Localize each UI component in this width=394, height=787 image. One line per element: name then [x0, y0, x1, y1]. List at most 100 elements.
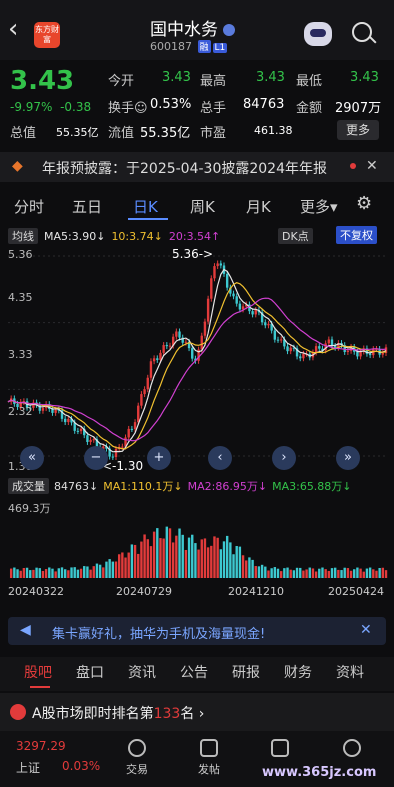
zoom-in-plus-icon[interactable]: +: [147, 446, 171, 470]
vol-ma3: MA3:65.88万↓: [272, 480, 352, 493]
scroll-right-icon[interactable]: ›: [272, 446, 296, 470]
volume-bar: [343, 567, 346, 578]
volume-bar: [251, 559, 254, 578]
adjust-button[interactable]: 不复权: [336, 226, 377, 244]
volume-bar: [70, 567, 73, 578]
volume-bar: [302, 570, 305, 578]
nav-trade[interactable]: 交易: [107, 739, 167, 777]
volume-label: 总手: [200, 101, 227, 116]
volume-bar: [368, 567, 372, 578]
index-name: 上证: [16, 761, 41, 775]
promo-banner[interactable]: ◀ 集卡赢好礼，抽华为手机及海量现金! ✕: [8, 617, 386, 645]
megaphone-icon: ◀: [20, 622, 31, 638]
tab-research[interactable]: 研报: [232, 662, 260, 682]
y-label-3: 3.33: [8, 348, 33, 361]
tab-daily-k[interactable]: 日K: [133, 196, 158, 217]
volume-legend: 成交量 84763↓ MA1:110.1万↓ MA2:86.95万↓ MA3:6…: [8, 478, 352, 494]
tab-more[interactable]: 更多▾: [300, 196, 338, 217]
volume-bar: [289, 569, 292, 578]
last-price: 3.43: [10, 66, 75, 96]
volume-bar: [187, 537, 191, 578]
tab-profile[interactable]: 资料: [336, 662, 364, 682]
trade-icon: [128, 739, 146, 757]
volume-bar: [232, 554, 235, 578]
tab-five-day[interactable]: 五日: [72, 196, 102, 217]
volume-bar: [321, 567, 324, 578]
volume-bar: [44, 569, 48, 578]
volume-indicator-button[interactable]: 成交量: [8, 478, 49, 494]
volume-chart: [9, 526, 388, 578]
scroll-left-icon[interactable]: ‹: [208, 446, 232, 470]
pe-label: 市盈: [200, 126, 227, 141]
volume-bar: [346, 568, 350, 578]
candle-body: [346, 350, 350, 352]
watermark: www.365jz.com: [262, 765, 377, 780]
volume-bar: [48, 567, 51, 578]
volume-bar: [248, 557, 251, 578]
volume-bar: [311, 568, 315, 578]
period-tabs: 分时 五日 日K 周K 月K 更多▾ ⚙: [0, 190, 394, 222]
nav-add[interactable]: [322, 739, 382, 761]
volume-bar: [114, 561, 118, 578]
grid-icon: [271, 739, 289, 757]
tab-forum[interactable]: 股吧: [24, 662, 52, 682]
tab-announcements[interactable]: 公告: [180, 662, 208, 682]
jump-latest-icon[interactable]: »: [336, 446, 360, 470]
nav-post[interactable]: 发帖: [179, 739, 239, 777]
volume-bar: [314, 571, 318, 578]
candle-body: [200, 335, 203, 350]
candle-body: [137, 405, 140, 423]
nav-apps[interactable]: [250, 739, 310, 761]
settings-gear-icon[interactable]: ⚙: [356, 193, 372, 214]
volume-bar: [121, 552, 124, 578]
candle-body: [130, 428, 134, 430]
kline-chart[interactable]: [0, 246, 394, 476]
volume-bar: [194, 543, 197, 578]
tab-news[interactable]: 资讯: [128, 662, 156, 682]
date-label-4: 20250424: [328, 585, 384, 598]
volume-bar: [108, 559, 111, 578]
volume-bar: [143, 534, 146, 578]
indicator-button[interactable]: 均线: [8, 228, 38, 244]
volume-bar: [191, 534, 194, 578]
candle-body: [191, 348, 194, 359]
candle-body: [219, 263, 223, 266]
candle-body: [133, 422, 137, 430]
candle-body: [279, 339, 283, 341]
volume-bar: [9, 568, 13, 578]
candle-body: [264, 322, 267, 326]
search-icon[interactable]: [352, 22, 372, 42]
zoom-out-icon[interactable]: «: [20, 446, 44, 470]
volume-bar: [171, 542, 175, 578]
close-icon[interactable]: ✕: [366, 158, 378, 174]
more-quote-button[interactable]: 更多: [337, 120, 379, 140]
tab-financials[interactable]: 财务: [284, 662, 312, 682]
volume-bar: [140, 541, 143, 578]
tab-orderbook[interactable]: 盘口: [76, 662, 104, 682]
volume-bar: [292, 570, 296, 578]
info-tabs: 股吧 盘口 资讯 公告 研报 财务 资料: [0, 657, 394, 691]
candle-body: [225, 273, 229, 288]
candle-body: [356, 351, 359, 357]
dk-button[interactable]: DK点: [278, 228, 313, 244]
market-rank-row[interactable]: A股市场即时排名第133名 ›: [0, 693, 394, 731]
close-icon[interactable]: ✕: [360, 622, 372, 638]
zoom-in-minus-icon[interactable]: −: [84, 446, 108, 470]
candle-body: [114, 448, 118, 458]
volume-bar: [210, 545, 213, 578]
candle-body: [76, 430, 80, 432]
tab-monthly-k[interactable]: 月K: [246, 196, 271, 217]
volume-bar: [286, 567, 289, 578]
back-icon[interactable]: ‹: [8, 16, 18, 42]
notice-bar[interactable]: ◆ 年报预披露：于2025-04-30披露2024年年报 ✕: [0, 152, 394, 182]
open-row: 今开: [108, 74, 135, 89]
vol-ma2: MA2:86.95万↓: [187, 480, 268, 493]
assistant-robot-icon[interactable]: [304, 22, 332, 46]
volume-bar: [159, 538, 162, 578]
index-value[interactable]: 3297.29: [16, 739, 66, 753]
candle-body: [254, 310, 257, 315]
volume-bar: [276, 568, 280, 578]
volume-bar: [225, 535, 229, 578]
tab-weekly-k[interactable]: 周K: [190, 196, 215, 217]
tab-intraday[interactable]: 分时: [14, 196, 44, 217]
